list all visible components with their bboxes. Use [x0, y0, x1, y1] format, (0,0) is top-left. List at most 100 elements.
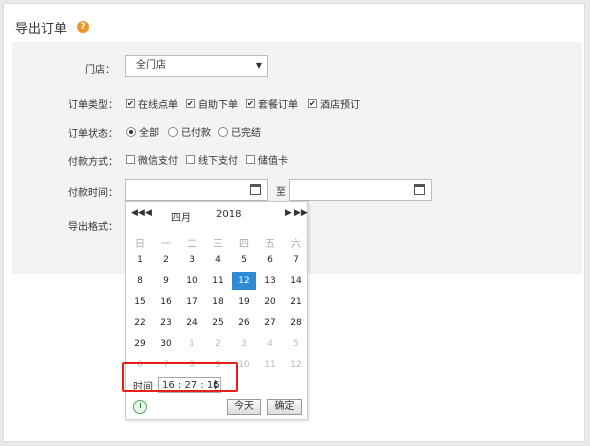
calendar-day[interactable]: 22	[128, 314, 152, 332]
weekday-header: 一	[161, 239, 171, 250]
checkbox[interactable]	[186, 155, 195, 164]
calendar-day[interactable]: 29	[128, 335, 152, 353]
calendar-day[interactable]: 28	[284, 314, 308, 332]
calendar-day[interactable]: 27	[258, 314, 282, 332]
to-separator: 至	[276, 187, 286, 198]
order-type-option-label: 酒店预订	[320, 100, 360, 111]
order-status-label: 订单状态：	[68, 129, 118, 140]
calendar-day[interactable]: 3	[180, 251, 204, 269]
calendar-day[interactable]: 14	[284, 272, 308, 290]
next-year-icon[interactable]: ▶▶	[294, 208, 308, 218]
calendar-day[interactable]: 18	[206, 293, 230, 311]
order-type-option-label: 自助下单	[198, 100, 238, 111]
calendar-day[interactable]: 12	[232, 272, 256, 290]
calendar-day[interactable]: 4	[258, 335, 282, 353]
calendar-month[interactable]: 四月	[171, 209, 191, 224]
store-select[interactable]: 全门店 ▼	[125, 55, 268, 77]
calendar-day[interactable]: 11	[258, 356, 282, 374]
weekday-header: 二	[187, 239, 197, 250]
order-type-option-1[interactable]: 自助下单	[186, 96, 238, 111]
order-type-option-0[interactable]: 在线点单	[126, 96, 178, 111]
order-status-option-0[interactable]: 全部	[126, 124, 159, 139]
payment-method-option-1[interactable]: 线下支付	[186, 152, 238, 167]
calendar-day[interactable]: 30	[154, 335, 178, 353]
checkbox[interactable]	[186, 99, 195, 108]
calendar-day[interactable]: 17	[180, 293, 204, 311]
calendar-day[interactable]: 1	[128, 251, 152, 269]
calendar-day[interactable]: 11	[206, 272, 230, 290]
calendar-day[interactable]: 16	[154, 293, 178, 311]
calendar-icon[interactable]	[414, 184, 425, 195]
calendar-header: ◀◀ ◀ 四月 2018 ▶ ▶▶	[126, 202, 308, 227]
order-status-option-label: 已付款	[181, 128, 211, 139]
payment-method-option-label: 线下支付	[198, 156, 238, 167]
clock-icon[interactable]	[133, 400, 147, 414]
confirm-button[interactable]: 确定	[267, 399, 302, 415]
calendar-day[interactable]: 6	[258, 251, 282, 269]
order-type-label: 订单类型：	[68, 100, 118, 111]
calendar-day[interactable]: 2	[154, 251, 178, 269]
payment-method-option-label: 微信支付	[138, 156, 178, 167]
prev-year-icon[interactable]: ◀◀	[131, 208, 145, 218]
time-highlight-box	[122, 362, 238, 392]
payment-time-label: 付款时间：	[68, 188, 118, 199]
help-icon[interactable]: ?	[77, 21, 89, 33]
order-type-option-label: 在线点单	[138, 100, 178, 111]
payment-method-label: 付款方式：	[68, 157, 118, 168]
order-status-option-1[interactable]: 已付款	[168, 124, 211, 139]
end-date-input[interactable]	[289, 179, 432, 201]
payment-method-option-label: 储值卡	[258, 156, 288, 167]
checkbox[interactable]	[246, 155, 255, 164]
payment-method-option-0[interactable]: 微信支付	[126, 152, 178, 167]
weekday-header: 五	[265, 239, 275, 250]
start-date-input[interactable]	[125, 179, 268, 201]
calendar-day[interactable]: 21	[284, 293, 308, 311]
calendar-day[interactable]: 25	[206, 314, 230, 332]
weekday-header: 四	[239, 239, 249, 250]
payment-method-option-2[interactable]: 储值卡	[246, 152, 288, 167]
calendar-day[interactable]: 20	[258, 293, 282, 311]
order-type-option-2[interactable]: 套餐订单	[246, 96, 298, 111]
radio[interactable]	[126, 126, 136, 137]
calendar-day[interactable]: 12	[284, 356, 308, 374]
calendar-day[interactable]: 5	[232, 251, 256, 269]
weekday-header: 三	[213, 239, 223, 250]
radio[interactable]	[218, 126, 228, 137]
calendar-day[interactable]: 2	[206, 335, 230, 353]
calendar-day[interactable]: 19	[232, 293, 256, 311]
calendar-icon[interactable]	[250, 184, 261, 195]
next-month-icon[interactable]: ▶	[285, 208, 292, 218]
prev-month-icon[interactable]: ◀	[145, 208, 152, 218]
export-format-label: 导出格式：	[68, 222, 118, 233]
chevron-down-icon: ▼	[255, 61, 262, 70]
radio[interactable]	[168, 126, 178, 137]
weekday-header: 六	[291, 239, 301, 250]
store-label: 门店：	[85, 65, 115, 76]
weekday-header: 日	[135, 239, 145, 250]
checkbox[interactable]	[126, 155, 135, 164]
order-type-option-label: 套餐订单	[258, 100, 298, 111]
calendar-day[interactable]: 10	[180, 272, 204, 290]
checkbox[interactable]	[246, 99, 255, 108]
calendar-day[interactable]: 9	[154, 272, 178, 290]
today-button[interactable]: 今天	[227, 399, 261, 415]
order-status-option-2[interactable]: 已完结	[218, 124, 261, 139]
store-select-value: 全门店	[136, 60, 166, 71]
calendar-day[interactable]: 15	[128, 293, 152, 311]
calendar-day[interactable]: 7	[284, 251, 308, 269]
calendar-day[interactable]: 5	[284, 335, 308, 353]
order-status-option-label: 全部	[139, 128, 159, 139]
calendar-day[interactable]: 1	[180, 335, 204, 353]
order-status-option-label: 已完结	[231, 128, 261, 139]
calendar-day[interactable]: 13	[258, 272, 282, 290]
checkbox[interactable]	[126, 99, 135, 108]
checkbox[interactable]	[308, 99, 317, 108]
calendar-day[interactable]: 4	[206, 251, 230, 269]
calendar-day[interactable]: 8	[128, 272, 152, 290]
calendar-day[interactable]: 26	[232, 314, 256, 332]
calendar-day[interactable]: 23	[154, 314, 178, 332]
order-type-option-3[interactable]: 酒店预订	[308, 96, 360, 111]
calendar-year[interactable]: 2018	[216, 209, 241, 220]
calendar-day[interactable]: 3	[232, 335, 256, 353]
calendar-day[interactable]: 24	[180, 314, 204, 332]
